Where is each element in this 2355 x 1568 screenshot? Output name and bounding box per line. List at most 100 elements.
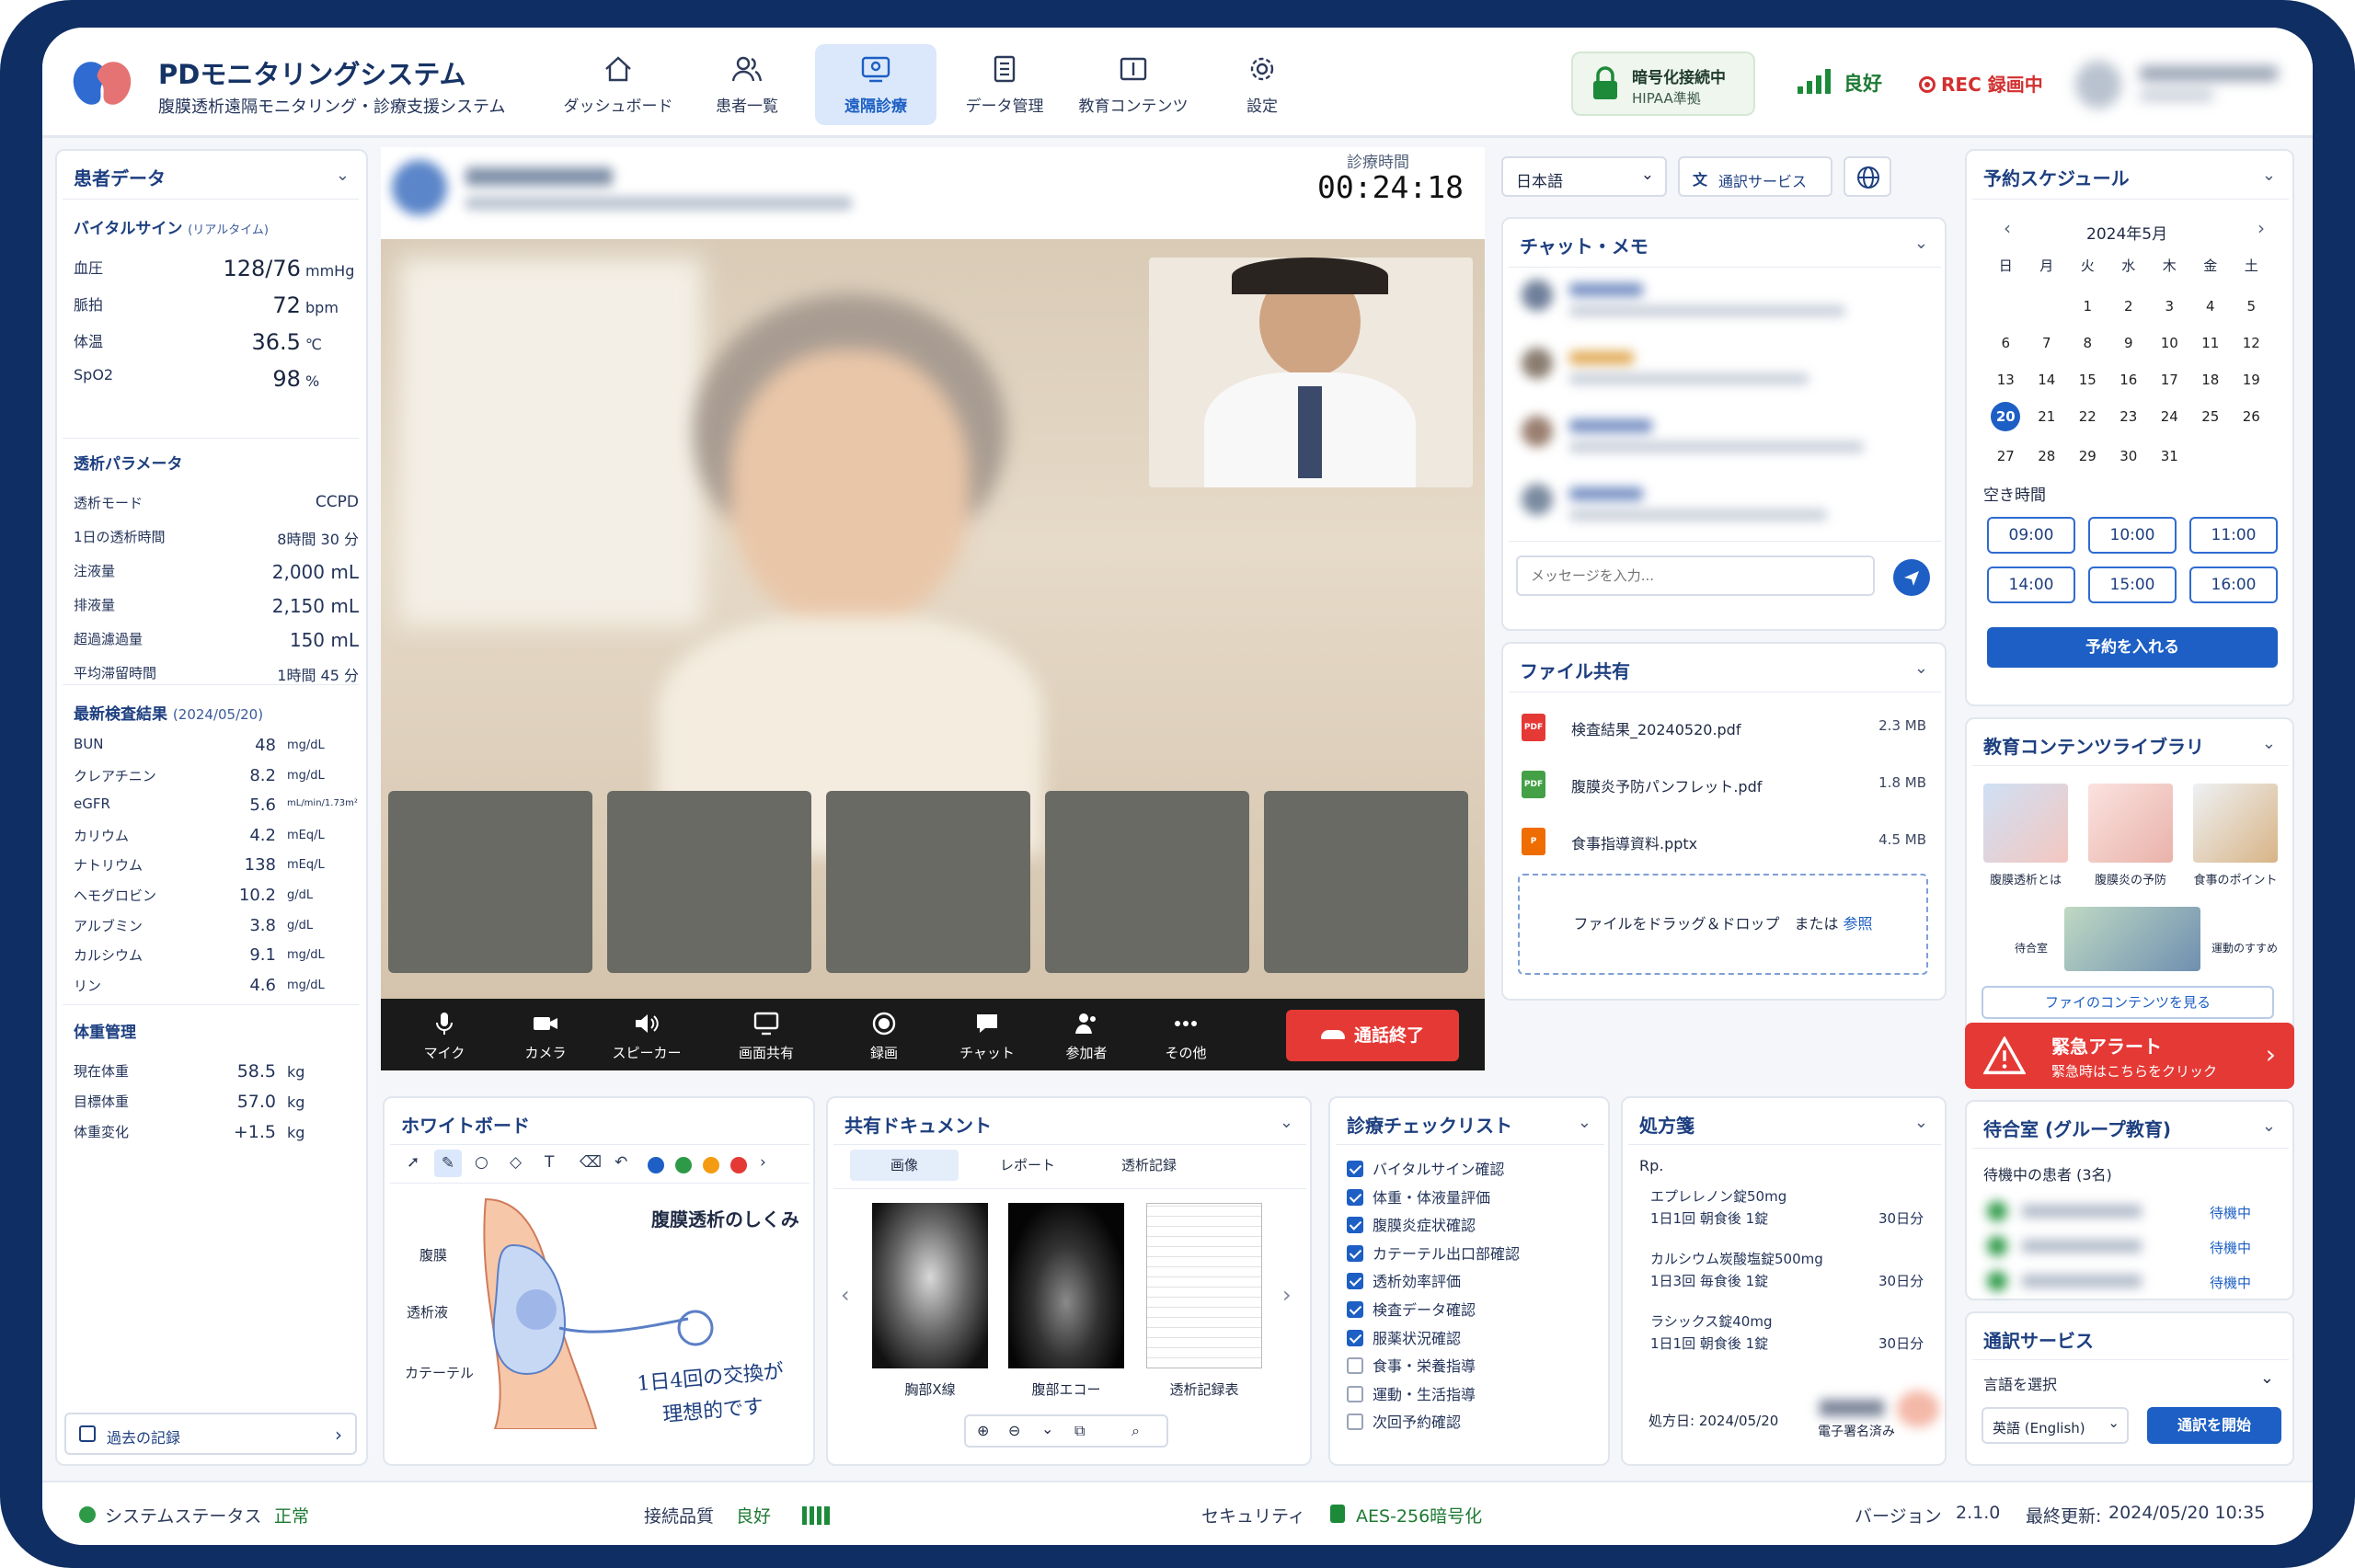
undo-icon[interactable]: ↶ [615,1153,627,1172]
search-icon[interactable]: ⌕ [1132,1422,1140,1440]
screen-share-button[interactable]: 画面共有 [725,1012,808,1062]
chevron-down-icon[interactable]: ⌄ [1041,1420,1053,1437]
participants-button[interactable]: 参加者 [1045,1012,1128,1062]
user-profile[interactable] [2075,57,2287,112]
chevron-down-icon[interactable]: ⌄ [2260,1368,2274,1388]
globe-icon[interactable] [1844,156,1891,197]
nav-telemedicine[interactable]: 遠隔診療 [815,44,936,125]
more-button[interactable]: その他 [1144,1012,1227,1062]
text-tool-icon[interactable]: T [545,1153,554,1172]
checklist-item[interactable]: 服薬状況確認 [1347,1326,1461,1348]
checkbox[interactable] [1347,1413,1363,1431]
tab-report[interactable]: レポート [973,1150,1082,1181]
checkbox[interactable] [1347,1357,1363,1375]
checkbox[interactable] [1347,1301,1363,1318]
chevron-down-icon[interactable]: ⌄ [2262,734,2276,753]
checkbox[interactable] [1347,1329,1363,1346]
calendar-day[interactable]: 21 [2027,405,2068,429]
checklist-item[interactable]: 透析効率評価 [1347,1269,1461,1291]
history-button[interactable]: 過去の記録 › [64,1413,357,1455]
participant-thumb[interactable] [607,791,811,973]
library-thumbnail[interactable] [2064,907,2200,971]
time-slot[interactable]: 10:00 [2088,517,2177,554]
carousel-next-icon[interactable]: › [1282,1282,1292,1308]
camera-button[interactable]: カメラ [504,1012,587,1062]
calendar-day[interactable]: 28 [2027,444,2068,468]
chevron-down-icon[interactable]: ⌄ [1280,1113,1293,1132]
calendar-day[interactable]: 26 [2231,405,2272,429]
file-item[interactable]: PDF 腹膜炎予防パンフレット.pdf 1.8 MB [1522,767,1926,800]
prev-month-button[interactable]: ‹ [2004,217,2011,239]
chevron-down-icon[interactable]: ⌄ [1914,234,1928,253]
checklist-item[interactable]: バイタルサイン確認 [1347,1157,1504,1179]
checklist-item[interactable]: 食事・栄養指導 [1347,1354,1476,1376]
color-green[interactable] [675,1157,692,1173]
time-slot[interactable]: 09:00 [1987,517,2075,554]
next-month-button[interactable]: › [2257,217,2265,239]
shape-tool-icon[interactable]: ◇ [510,1153,522,1172]
nav-education[interactable]: 教育コンテンツ [1073,44,1194,125]
calendar-day[interactable]: 4 [2190,294,2232,318]
checkbox[interactable] [1347,1385,1363,1402]
calendar-day[interactable]: 9 [2108,331,2150,355]
checkbox[interactable] [1347,1188,1363,1206]
library-item[interactable]: 食事のポイント [2188,784,2283,887]
calendar-day[interactable]: 2 [2108,294,2150,318]
more-contents-button[interactable]: ファイのコンテンツを見る [1982,986,2274,1019]
color-orange[interactable] [703,1157,719,1173]
calendar-day[interactable]: 31 [2149,444,2190,468]
file-item[interactable]: PDF 検査結果_20240520.pdf 2.3 MB [1522,710,1926,743]
library-item[interactable]: 腹膜炎の予防 [2086,784,2175,887]
calendar-day[interactable]: 12 [2231,331,2272,355]
participant-thumb[interactable] [1264,791,1468,973]
doc-thumb-xray[interactable] [872,1203,988,1368]
interpret-language-select[interactable]: 英語 (English) ⌄ [1982,1407,2129,1444]
calendar-day[interactable]: 30 [2108,444,2150,468]
calendar-day[interactable]: 11 [2190,331,2232,355]
color-blue[interactable] [648,1157,664,1173]
chevron-down-icon[interactable]: ⌄ [1914,658,1928,678]
calendar-day[interactable]: 10 [2149,331,2190,355]
browse-link[interactable]: 参照 [1844,915,1873,933]
chat-button[interactable]: チャット [946,1012,1028,1062]
checklist-item[interactable]: 運動・生活指導 [1347,1382,1476,1404]
checklist-item[interactable]: 体重・体液量評価 [1347,1185,1490,1207]
calendar-day[interactable]: 16 [2108,368,2150,392]
participant-thumb[interactable] [388,791,592,973]
checklist-item[interactable]: 腹膜炎症状確認 [1347,1213,1476,1235]
calendar-day[interactable]: 14 [2027,368,2068,392]
calendar-day[interactable]: 1 [2067,294,2108,318]
time-slot[interactable]: 14:00 [1987,567,2075,603]
calendar-day[interactable]: 24 [2149,405,2190,429]
zoom-in-icon[interactable]: ⊕ [977,1422,989,1439]
checklist-item[interactable]: カテーテル出口部確認 [1347,1242,1520,1264]
chevron-down-icon[interactable]: ⌄ [1914,1113,1928,1132]
nav-patients[interactable]: 患者一覧 [686,44,808,125]
nav-data[interactable]: データ管理 [944,44,1065,125]
calendar-day[interactable]: 3 [2149,294,2190,318]
record-button[interactable]: 録画 [843,1012,925,1062]
time-slot[interactable]: 15:00 [2088,567,2177,603]
start-interpret-button[interactable]: 通訳を開始 [2147,1407,2281,1444]
calendar-day[interactable]: 13 [1985,368,2027,392]
checklist-item[interactable]: 次回予約確認 [1347,1410,1461,1432]
time-slot[interactable]: 16:00 [2189,567,2278,603]
language-select[interactable]: 日本語 ⌄ [1501,156,1667,197]
calendar-day[interactable]: 18 [2190,368,2232,392]
circle-tool-icon[interactable]: ○ [475,1153,488,1172]
file-drop-zone[interactable]: ファイルをドラッグ＆ドロップ または 参照 [1518,874,1928,975]
participant-thumb[interactable] [1045,791,1249,973]
calendar-day[interactable]: 6 [1985,331,2027,355]
chat-input[interactable] [1516,555,1875,596]
doc-thumb-record[interactable] [1146,1203,1262,1368]
zoom-out-icon[interactable]: ⊖ [1008,1422,1020,1439]
calendar-day[interactable]: 23 [2108,405,2150,429]
speaker-button[interactable]: スピーカー [605,1012,688,1062]
checkbox[interactable] [1347,1244,1363,1262]
calendar-day[interactable]: 19 [2231,368,2272,392]
doc-thumb-ultrasound[interactable] [1008,1203,1124,1368]
mic-button[interactable]: マイク [403,1012,486,1062]
nav-settings[interactable]: 設定 [1201,44,1323,125]
send-button[interactable] [1893,559,1930,596]
calendar-day[interactable]: 8 [2067,331,2108,355]
